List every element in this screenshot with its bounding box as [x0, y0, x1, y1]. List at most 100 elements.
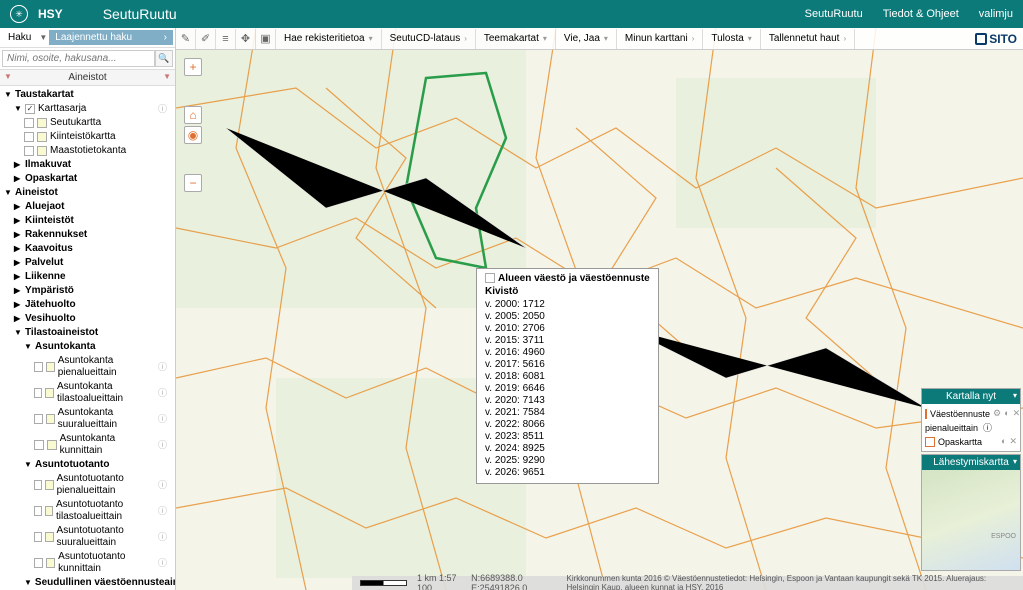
info-icon[interactable]: ⓘ: [158, 531, 171, 543]
info-icon[interactable]: ⓘ: [158, 387, 171, 399]
tree-item[interactable]: Asuntotuotanto pienalueittainⓘ: [0, 472, 175, 498]
tree-item[interactable]: ▼Aineistot: [0, 186, 175, 200]
checkbox[interactable]: [34, 414, 43, 424]
nav-seuturuutu[interactable]: SeutuRuutu: [805, 8, 863, 20]
tree-item[interactable]: Kiinteistökartta: [0, 130, 175, 144]
tool-measure-icon[interactable]: ≡: [216, 29, 236, 49]
tree-item[interactable]: ▶Rakennukset: [0, 228, 175, 242]
popup-data-row: v. 2021: 7584: [485, 407, 650, 419]
opacity-icon[interactable]: ◐: [1004, 408, 1009, 419]
close-icon[interactable]: ✕: [1013, 408, 1021, 419]
tree-item[interactable]: ▼Tilastoaineistot: [0, 326, 175, 340]
tree-item[interactable]: ▼Asuntotuotanto: [0, 458, 175, 472]
info-icon[interactable]: ⓘ: [158, 479, 171, 491]
tree-item[interactable]: Asuntotuotanto tilastoalueittainⓘ: [0, 498, 175, 524]
tree-item[interactable]: Maastotietokanta: [0, 144, 175, 158]
tree-item[interactable]: ▶Opaskartat: [0, 172, 175, 186]
checkbox[interactable]: [25, 104, 35, 114]
popup-data-row: v. 2000: 1712: [485, 299, 650, 311]
settings-icon[interactable]: ⚙: [993, 408, 1001, 419]
tool-move-icon[interactable]: ✥: [236, 29, 256, 49]
checkbox[interactable]: [34, 440, 44, 450]
chevron-down-icon[interactable]: ▼: [39, 33, 47, 42]
tree-item[interactable]: ▶Palvelut: [0, 256, 175, 270]
menu-teemakartat[interactable]: Teemakartat▾: [476, 29, 556, 49]
credits-text: Kirkkonummen kunta 2016 © Väestöennustet…: [566, 574, 1015, 590]
zoom-out-button[interactable]: −: [184, 174, 202, 192]
layer-swatch-icon: [37, 132, 47, 142]
tree-item[interactable]: Asuntotuotanto suuralueittainⓘ: [0, 524, 175, 550]
menu-tallennetut[interactable]: Tallennetut haut›: [761, 29, 855, 49]
tool-add-icon[interactable]: ✎: [176, 29, 196, 49]
panel-header[interactable]: Lähestymiskartta▾: [922, 455, 1020, 470]
tree-item[interactable]: Asuntokanta tilastoalueittainⓘ: [0, 380, 175, 406]
section-aineistot[interactable]: ▼ Aineistot ▼: [0, 70, 175, 86]
info-icon[interactable]: ⓘ: [158, 505, 171, 517]
tree-item[interactable]: ▼Asuntokanta: [0, 340, 175, 354]
popup-data-row: v. 2018: 6081: [485, 371, 650, 383]
tree-item[interactable]: ▶Kaavoitus: [0, 242, 175, 256]
menu-hae[interactable]: Hae rekisteritietoa▾: [276, 29, 382, 49]
tree-item[interactable]: ▶Aluejaot: [0, 200, 175, 214]
chevron-icon: ▶: [14, 299, 22, 311]
info-icon[interactable]: ⓘ: [158, 439, 171, 451]
chevron-icon: ▶: [14, 201, 22, 213]
checkbox[interactable]: [34, 362, 43, 372]
close-icon[interactable]: ✕: [1009, 436, 1017, 447]
zoom-in-button[interactable]: +: [184, 58, 202, 76]
search-button[interactable]: 🔍: [155, 50, 173, 67]
chevron-icon: ▶: [14, 271, 22, 283]
tree-item[interactable]: Asuntokanta suuralueittainⓘ: [0, 406, 175, 432]
map-toolbar: ✎ ✐ ≡ ✥ ▣ Hae rekisteritietoa▾ SeutuCD-l…: [176, 28, 1023, 50]
tool-edit-icon[interactable]: ✐: [196, 29, 216, 49]
info-icon[interactable]: ⓘ: [158, 413, 171, 425]
tree-item[interactable]: ▼Karttasarjaⓘ: [0, 102, 175, 116]
search-input[interactable]: [2, 50, 155, 67]
checkbox[interactable]: [34, 388, 42, 398]
tree-item[interactable]: ▶Kiinteistöt: [0, 214, 175, 228]
checkbox[interactable]: [24, 118, 34, 128]
map[interactable]: ✎ ✐ ≡ ✥ ▣ Hae rekisteritietoa▾ SeutuCD-l…: [176, 28, 1023, 590]
checkbox[interactable]: [34, 532, 42, 542]
tree-item[interactable]: ▶Vesihuolto: [0, 312, 175, 326]
chevron-icon: ▼: [24, 459, 32, 471]
tree-item[interactable]: ▶Liikenne: [0, 270, 175, 284]
popup-data-row: v. 2026: 9651: [485, 467, 650, 479]
tree-item[interactable]: ▼Taustakartat: [0, 88, 175, 102]
opacity-icon[interactable]: ◐: [1001, 436, 1006, 447]
menu-minun[interactable]: Minun karttani›: [617, 29, 703, 49]
tree-label: Vesihuolto: [25, 313, 76, 325]
tool-select-icon[interactable]: ▣: [256, 29, 276, 49]
checkbox[interactable]: [34, 480, 42, 490]
extended-search-toggle[interactable]: Laajennettu haku›: [49, 30, 173, 45]
info-icon[interactable]: ⓘ: [158, 361, 171, 373]
minimap-canvas[interactable]: [922, 470, 1020, 570]
home-extent-button[interactable]: ⌂: [184, 106, 202, 124]
layer-swatch-icon: [47, 440, 57, 450]
checkbox[interactable]: [24, 132, 34, 142]
tree-item[interactable]: Asuntotuotanto kunnittainⓘ: [0, 550, 175, 576]
tree-item[interactable]: Seutukartta: [0, 116, 175, 130]
tree-item[interactable]: Asuntokanta pienalueittainⓘ: [0, 354, 175, 380]
tree-item[interactable]: Asuntokanta kunnittainⓘ: [0, 432, 175, 458]
menu-vie[interactable]: Vie, Jaa▾: [556, 29, 617, 49]
checkbox[interactable]: [34, 558, 43, 568]
tree-item[interactable]: ▶Ympäristö: [0, 284, 175, 298]
info-icon[interactable]: ⓘ: [158, 103, 171, 115]
info-icon[interactable]: ⓘ: [983, 421, 992, 434]
nav-tiedot[interactable]: Tiedot & Ohjeet: [883, 8, 959, 20]
tree-item[interactable]: ▶Ilmakuvat: [0, 158, 175, 172]
menu-tulosta[interactable]: Tulosta▾: [703, 29, 760, 49]
globe-button[interactable]: ◉: [184, 126, 202, 144]
checkbox[interactable]: [24, 146, 34, 156]
nav-user[interactable]: valimju: [979, 8, 1013, 20]
info-icon[interactable]: ⓘ: [158, 557, 171, 569]
tree-item[interactable]: ▼Seudullinen väestöennusteaineisto: [0, 576, 175, 590]
tree-label: Asuntotuotanto pienalueittain: [57, 473, 158, 497]
menu-seutucd[interactable]: SeutuCD-lataus›: [382, 29, 476, 49]
coords-text: N:6689388.0 E:25491826.0: [471, 573, 556, 590]
tree-item[interactable]: ▶Jätehuolto: [0, 298, 175, 312]
panel-header[interactable]: Kartalla nyt▾: [922, 389, 1020, 404]
checkbox[interactable]: [34, 506, 42, 516]
active-layer-row: Opaskartta ◐✕: [925, 435, 1017, 448]
